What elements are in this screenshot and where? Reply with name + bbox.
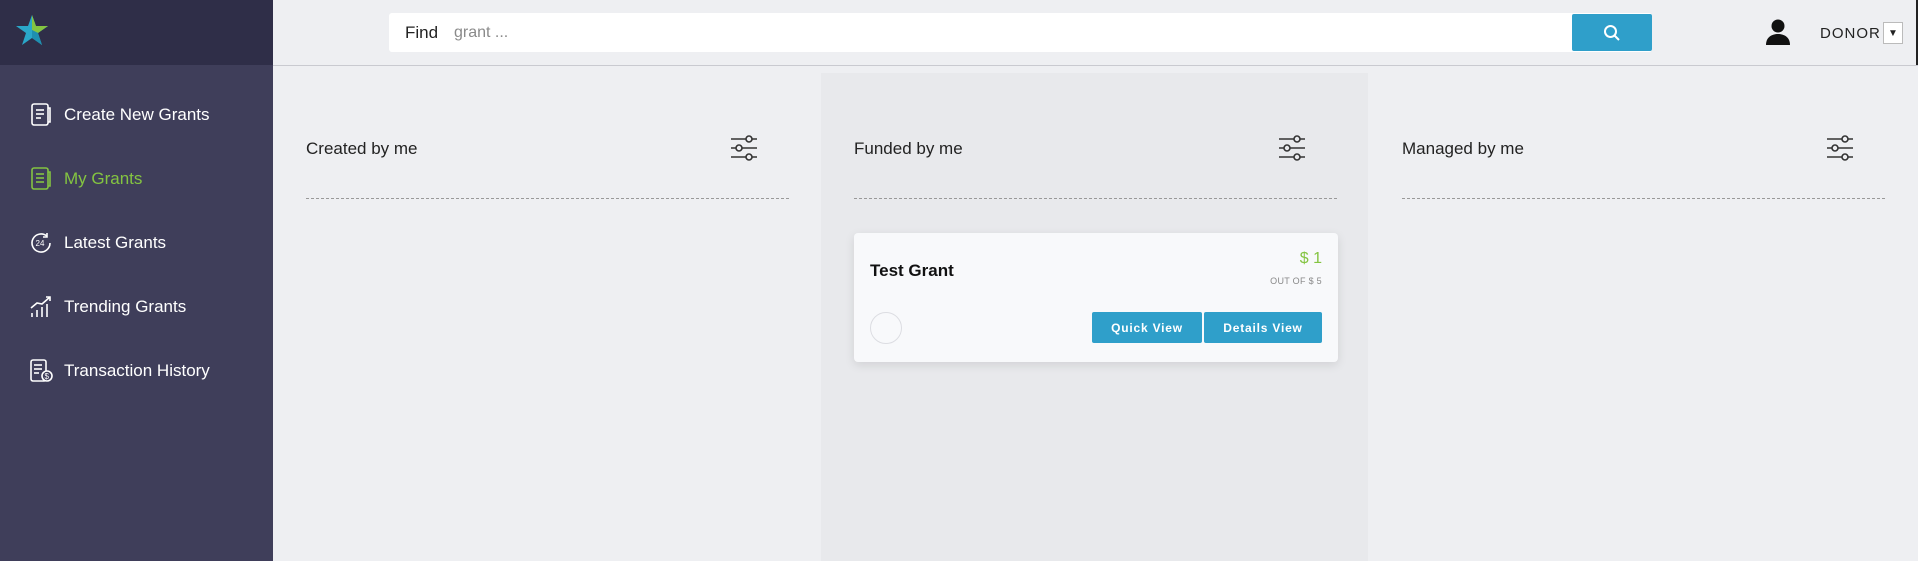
sidebar-nav: Create New Grants My Grants 24 Latest Gr… <box>0 83 273 403</box>
sidebar-item-label: Trending Grants <box>64 297 187 316</box>
svg-text:24: 24 <box>36 239 45 248</box>
column-title: Created by me <box>306 139 418 158</box>
column-divider <box>1402 198 1885 199</box>
filter-sliders-icon[interactable] <box>729 133 759 163</box>
sidebar-item-my-grants[interactable]: My Grants <box>0 147 273 211</box>
logo-area <box>0 0 273 65</box>
top-bar: Find DONOR ▼ <box>273 0 1918 66</box>
receipt-icon <box>27 101 55 129</box>
column-divider <box>306 198 789 199</box>
search-button[interactable] <box>1572 14 1652 51</box>
filter-sliders-icon[interactable] <box>1277 133 1307 163</box>
chevron-down-icon[interactable]: ▼ <box>1883 22 1903 44</box>
star-logo-icon[interactable] <box>14 14 50 48</box>
trending-chart-icon <box>27 293 55 321</box>
column-managed-by-me: Managed by me <box>1369 73 1916 561</box>
grant-amount: $ 1 <box>1299 250 1322 267</box>
search-icon <box>1604 24 1620 41</box>
grant-goal: OUT OF $ 5 <box>1270 276 1322 286</box>
sidebar-item-latest-grants[interactable]: 24 Latest Grants <box>0 211 273 275</box>
clock-24-icon: 24 <box>27 229 55 257</box>
user-avatar-icon[interactable] <box>1764 18 1792 46</box>
svg-text:$: $ <box>45 372 50 381</box>
user-role-label[interactable]: DONOR <box>1820 25 1881 42</box>
sidebar-item-label: My Grants <box>64 169 143 188</box>
column-title: Managed by me <box>1402 139 1524 158</box>
find-label: Find <box>405 23 439 42</box>
sidebar-item-transaction-history[interactable]: $ Transaction History <box>0 339 273 403</box>
grant-title: Test Grant <box>870 261 954 280</box>
column-funded-by-me: Funded by me Test Grant $ 1 OUT OF $ 5 Q… <box>821 73 1368 561</box>
column-title: Funded by me <box>854 139 963 158</box>
grant-card[interactable]: Test Grant $ 1 OUT OF $ 5 Quick View Det… <box>854 233 1338 362</box>
grant-avatar <box>870 312 902 344</box>
sidebar-item-label: Create New Grants <box>64 105 210 124</box>
column-created-by-me: Created by me <box>273 73 820 561</box>
search-input[interactable] <box>452 19 1456 47</box>
quick-view-button[interactable]: Quick View <box>1092 312 1202 343</box>
transaction-icon: $ <box>27 357 55 385</box>
details-view-button[interactable]: Details View <box>1204 312 1322 343</box>
column-divider <box>854 198 1337 199</box>
list-icon <box>27 165 55 193</box>
search-bar: Find <box>389 13 1652 52</box>
sidebar: Create New Grants My Grants 24 Latest Gr… <box>0 0 273 561</box>
sidebar-item-create-new-grants[interactable]: Create New Grants <box>0 83 273 147</box>
sidebar-item-trending-grants[interactable]: Trending Grants <box>0 275 273 339</box>
main-content: Created by me Funded by me Test Grant $ … <box>273 73 1918 561</box>
sidebar-item-label: Latest Grants <box>64 233 167 252</box>
sidebar-item-label: Transaction History <box>64 361 210 380</box>
filter-sliders-icon[interactable] <box>1825 133 1855 163</box>
